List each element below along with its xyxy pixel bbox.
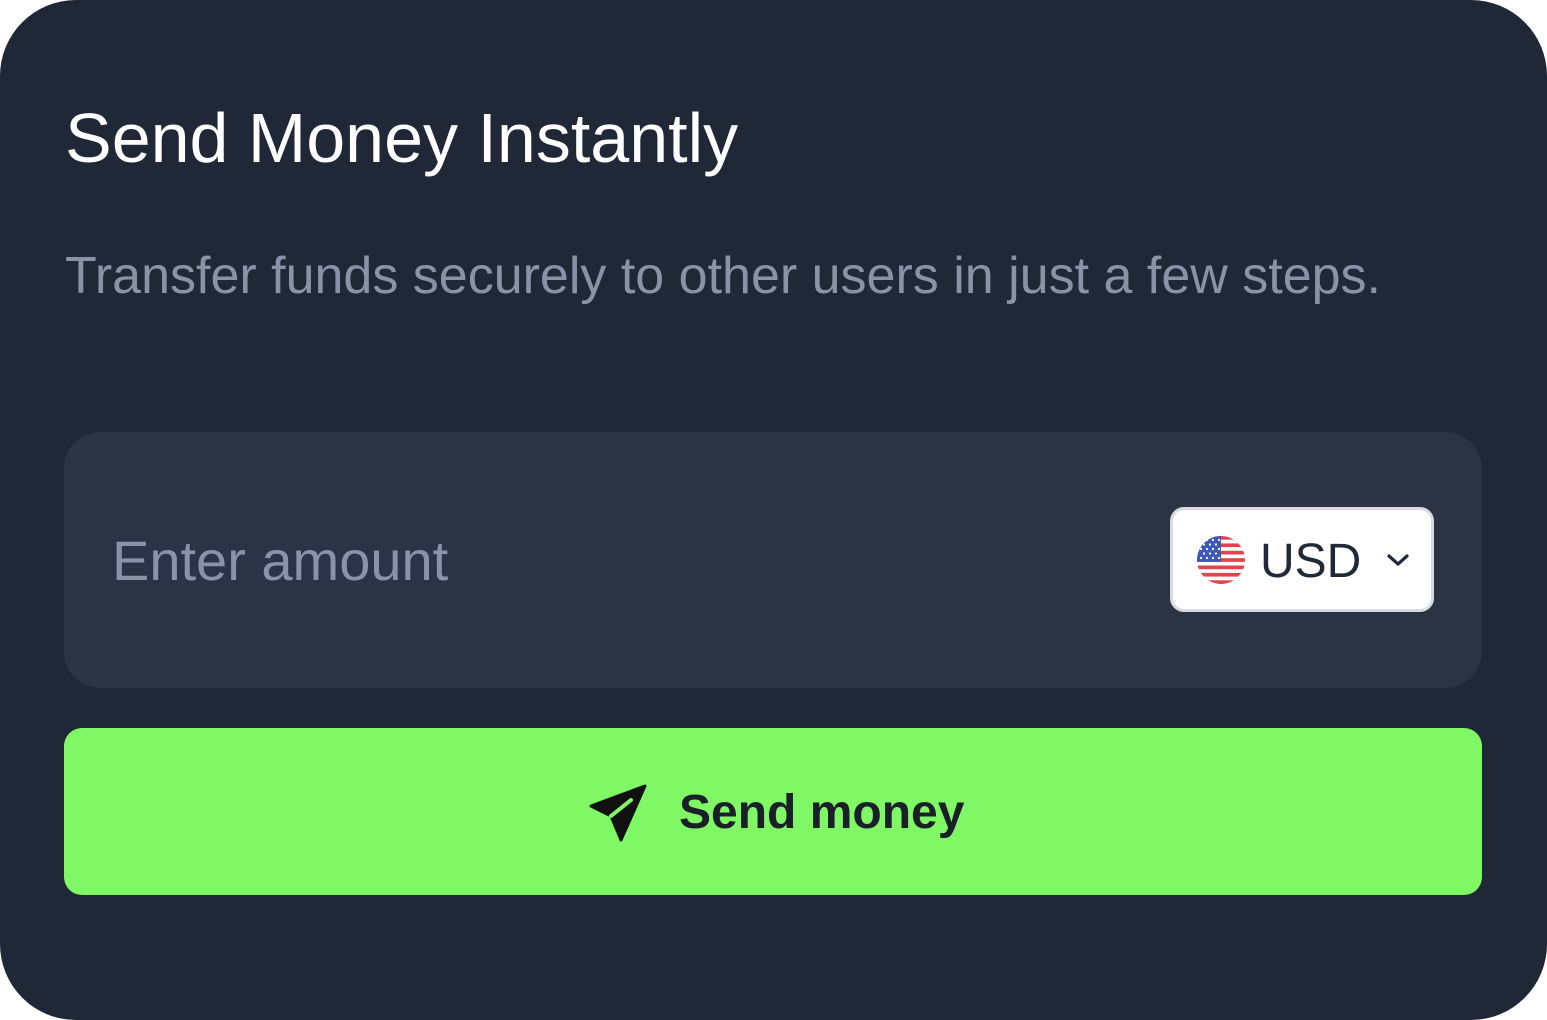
card-subtitle: Transfer funds securely to other users i… xyxy=(65,247,1381,305)
card-title: Send Money Instantly xyxy=(65,99,739,177)
send-money-button[interactable]: Send money xyxy=(64,728,1482,895)
send-money-card: Send Money Instantly Transfer funds secu… xyxy=(0,0,1547,1020)
send-plane-icon xyxy=(589,784,647,842)
send-button-label: Send money xyxy=(679,786,965,839)
us-flag-icon xyxy=(1197,536,1245,584)
currency-dropdown[interactable]: USD xyxy=(1170,507,1434,612)
currency-code: USD xyxy=(1260,535,1362,588)
chevron-down-icon xyxy=(1387,554,1409,566)
send-button-content: Send money xyxy=(587,783,964,843)
amount-input[interactable] xyxy=(112,520,1012,600)
amount-input-group: USD xyxy=(64,432,1482,688)
